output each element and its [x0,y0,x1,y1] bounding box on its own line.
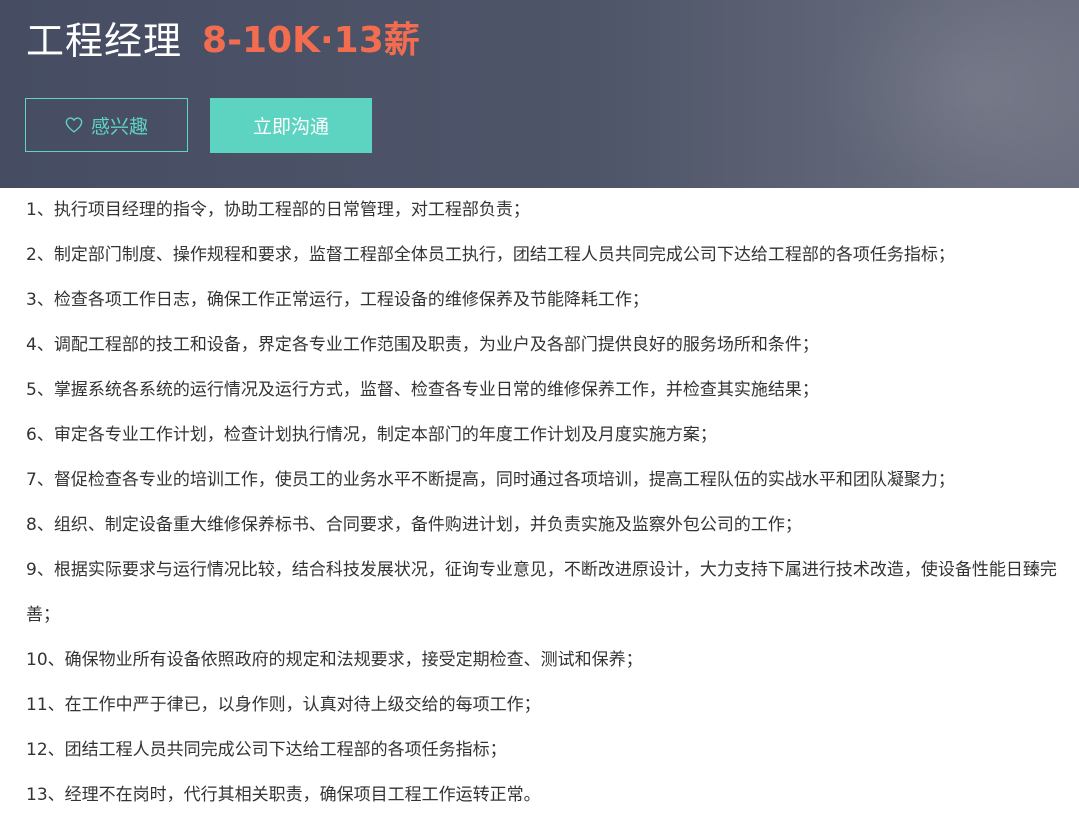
duty-item: 10、确保物业所有设备依照政府的规定和法规要求，接受定期检查、测试和保养； [26,650,643,670]
job-header: 工程经理 8-10K·13薪 感兴趣 立即沟通 [0,0,1079,188]
duty-item: 11、在工作中严于律已，以身作则，认真对待上级交给的每项工作； [26,695,541,715]
job-duties-list: 1、执行项目经理的指令，协助工程部的日常管理，对工程部负责； 2、制定部门制度、… [26,188,1071,818]
chat-now-button-label: 立即沟通 [252,116,329,138]
interest-button[interactable]: 感兴趣 [25,98,188,152]
title-row: 工程经理 8-10K·13薪 [26,12,420,63]
duty-item: 5、掌握系统各系统的运行情况及运行方式，监督、检查各专业日常的维修保养工作，并检… [26,380,819,400]
salary-label: 8-10K·13薪 [202,20,420,61]
duty-item: 8、组织、制定设备重大维修保养标书、合同要求，备件购进计划，并负责实施及监察外包… [26,515,802,535]
duty-item: 1、执行项目经理的指令，协助工程部的日常管理，对工程部负责； [26,200,530,220]
duty-item: 2、制定部门制度、操作规程和要求，监督工程部全体员工执行，团结工程人员共同完成公… [26,245,955,265]
duty-item: 3、检查各项工作日志，确保工作正常运行，工程设备的维修保养及节能降耗工作； [26,290,649,310]
duty-item: 13、经理不在岗时，代行其相关职责，确保项目工程工作运转正常。 [26,785,541,805]
duty-item: 6、审定各专业工作计划，检查计划执行情况，制定本部门的年度工作计划及月度实施方案… [26,425,717,445]
duty-item: 9、根据实际要求与运行情况比较，结合科技发展状况，征询专业意见，不断改进原设计，… [26,560,1057,625]
duty-item: 4、调配工程部的技工和设备，界定各专业工作范围及职责，为业户及各部门提供良好的服… [26,335,819,355]
interest-button-label: 感兴趣 [90,115,148,138]
chat-now-button[interactable]: 立即沟通 [210,98,372,153]
heart-icon [65,117,83,133]
job-title: 工程经理 [26,18,183,63]
duty-item: 7、督促检查各专业的培训工作，使员工的业务水平不断提高，同时通过各项培训，提高工… [26,470,955,490]
duty-item: 12、团结工程人员共同完成公司下达给工程部的各项任务指标； [26,740,507,760]
